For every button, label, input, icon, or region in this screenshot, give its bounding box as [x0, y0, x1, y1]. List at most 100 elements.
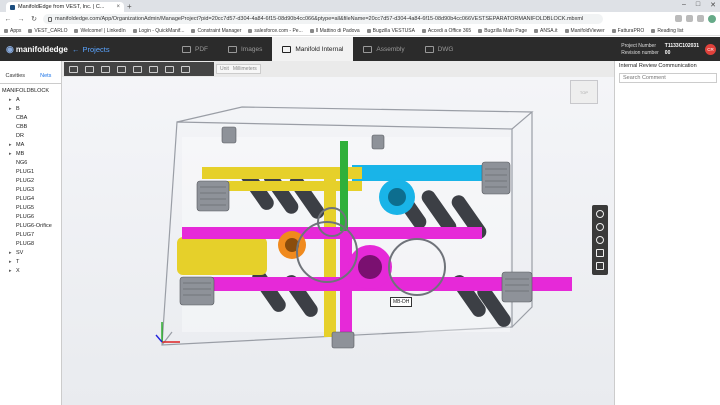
tree-node[interactable]: ▸ MA — [2, 140, 61, 149]
bookmark-item[interactable]: Accedi a Office 365 — [421, 28, 471, 34]
eye-icon[interactable] — [165, 65, 174, 73]
tree-node[interactable]: PLUG6-Orifice — [2, 221, 61, 230]
images-icon — [228, 45, 237, 53]
bookmark-item[interactable]: Constraint Manager — [191, 28, 241, 34]
zoom-out-icon[interactable] — [596, 235, 604, 244]
new-tab-icon[interactable]: + — [127, 2, 132, 11]
close-icon[interactable]: × — [116, 4, 120, 10]
plug — [221, 126, 237, 144]
close-window-icon[interactable]: ✕ — [710, 1, 716, 9]
projects-label: Projects — [82, 44, 110, 54]
tab-assembly[interactable]: Assembly — [353, 37, 414, 61]
viewport-tools — [592, 205, 608, 275]
tab-dwg[interactable]: DWG — [415, 37, 464, 61]
bookmark-icon — [74, 28, 79, 33]
fit-view-icon[interactable] — [596, 249, 604, 258]
back-icon[interactable]: ← — [4, 16, 12, 23]
url-input[interactable]: manifoldedge.com/App/OrganizationAdmin/M… — [43, 14, 603, 24]
bookmark-item[interactable]: VEST_CARLO — [28, 28, 67, 34]
star-icon[interactable] — [675, 15, 682, 22]
tree-node[interactable]: PLUG5 — [2, 203, 61, 212]
section-tool-icon[interactable] — [101, 65, 110, 73]
tab-nets[interactable]: Nets — [30, 70, 61, 83]
reload-icon[interactable]: ↻ — [30, 15, 38, 23]
chevron-right-icon[interactable]: ▸ — [9, 97, 14, 103]
pan-hand-icon[interactable] — [596, 262, 604, 271]
chevron-right-icon[interactable]: ▸ — [9, 151, 14, 157]
forward-icon[interactable]: → — [17, 16, 25, 23]
cyan-channel — [352, 165, 492, 181]
browser-tab[interactable]: ManifoldEdge from VEST, Inc. | C... × — [6, 2, 124, 12]
bookmark-item[interactable]: Il Mattino di Padova — [309, 28, 360, 34]
puzzle-icon[interactable] — [697, 15, 704, 22]
bookmark-item[interactable]: Bugzilla VESTUSA — [366, 28, 415, 34]
bookmark-icon — [564, 28, 569, 33]
tree-root[interactable]: MANIFOLDBLOCK — [2, 86, 61, 95]
tree-node[interactable]: ▸ SV — [2, 248, 61, 257]
bookmark-item[interactable]: FatturaPRO — [611, 28, 644, 34]
tree-node-label: MA — [16, 141, 25, 148]
tree-node[interactable]: ▸ B — [2, 104, 61, 113]
tree-node[interactable]: PLUG1 — [2, 167, 61, 176]
profile-avatar[interactable] — [708, 15, 716, 23]
chevron-right-icon[interactable]: ▸ — [9, 268, 14, 274]
user-avatar[interactable]: CR — [705, 43, 716, 55]
chevron-right-icon[interactable]: ▸ — [9, 259, 14, 265]
project-number-label: Project Number — [621, 42, 656, 49]
measure-tool-icon[interactable] — [85, 65, 94, 73]
tree-node[interactable]: PLUG2 — [2, 176, 61, 185]
tab-manifold-internal[interactable]: Manifold Internal — [272, 37, 354, 61]
chevron-right-icon[interactable]: ▸ — [9, 250, 14, 256]
project-info: Project Number T1133C102031 Revision num… — [621, 43, 699, 56]
tree-node[interactable]: PLUG8 — [2, 239, 61, 248]
tab-pdf[interactable]: PDF — [172, 37, 218, 61]
maximize-icon[interactable]: □ — [696, 1, 700, 9]
right-panel: Internal Review Communication — [614, 61, 720, 405]
tree-node[interactable]: PLUG7 — [2, 230, 61, 239]
tree-node[interactable]: PLUG6 — [2, 212, 61, 221]
app-header: ◉ manifoldedge ← Projects PDF Images Man… — [0, 37, 720, 61]
tree-node[interactable]: CBB — [2, 122, 61, 131]
tree-node[interactable]: NG6 — [2, 158, 61, 167]
bookmark-item[interactable]: Apps — [4, 28, 21, 34]
tree-node[interactable]: ▸ MB — [2, 149, 61, 158]
bookmark-item[interactable]: ManifoldViewer — [564, 28, 605, 34]
tree-node[interactable]: PLUG3 — [2, 185, 61, 194]
tree-node[interactable]: ▸ T — [2, 257, 61, 266]
ruler-tool-icon[interactable] — [117, 65, 126, 73]
tree-node[interactable]: ▸ A — [2, 95, 61, 104]
box-tool-icon[interactable] — [133, 65, 142, 73]
chevron-right-icon[interactable]: ▸ — [9, 142, 14, 148]
tree-node[interactable]: PLUG4 — [2, 194, 61, 203]
unit-selector[interactable]: Unit Millimeters — [216, 64, 261, 74]
tab-images[interactable]: Images — [218, 37, 272, 61]
select-tool-icon[interactable] — [69, 65, 78, 73]
bookmark-item[interactable]: Bugzilla Main Page — [478, 28, 527, 34]
bookmark-item[interactable]: ANSA.it — [534, 28, 558, 34]
bookmark-icon — [534, 28, 539, 33]
tree-node[interactable]: DR — [2, 131, 61, 140]
app-logo[interactable]: ◉ manifoldedge — [0, 43, 68, 55]
visibility-toggle-icon[interactable] — [181, 65, 190, 73]
tree-node-label: CBA — [16, 114, 28, 121]
rotate-icon[interactable] — [596, 209, 604, 218]
zoom-in-icon[interactable] — [596, 222, 604, 231]
tab-cavities[interactable]: Cavities — [0, 70, 31, 83]
extension-icon[interactable] — [686, 15, 693, 22]
minimize-icon[interactable]: – — [682, 1, 686, 9]
reading-list[interactable]: Reading list — [651, 28, 683, 34]
tree-node-label: X — [16, 267, 20, 274]
manifold-3d-model[interactable] — [62, 77, 614, 405]
logo-mark-icon: ◉ — [6, 43, 14, 54]
chevron-right-icon[interactable]: ▸ — [9, 106, 14, 112]
tree-node[interactable]: CBA — [2, 113, 61, 122]
projects-link[interactable]: ← Projects — [62, 45, 172, 54]
view-cube[interactable]: TOP — [570, 80, 598, 104]
bookmark-item[interactable]: Welcome! | LinkedIn — [74, 28, 126, 34]
line-tool-icon[interactable] — [149, 65, 158, 73]
search-comment-input[interactable] — [619, 73, 717, 83]
bookmark-item[interactable]: Login - QuickManif... — [132, 28, 184, 34]
bookmark-item[interactable]: salesforce.com - Pe... — [248, 28, 303, 34]
tree-node[interactable]: ▸ X — [2, 266, 61, 275]
model-viewport[interactable]: TOP MB-DH — [62, 77, 614, 405]
